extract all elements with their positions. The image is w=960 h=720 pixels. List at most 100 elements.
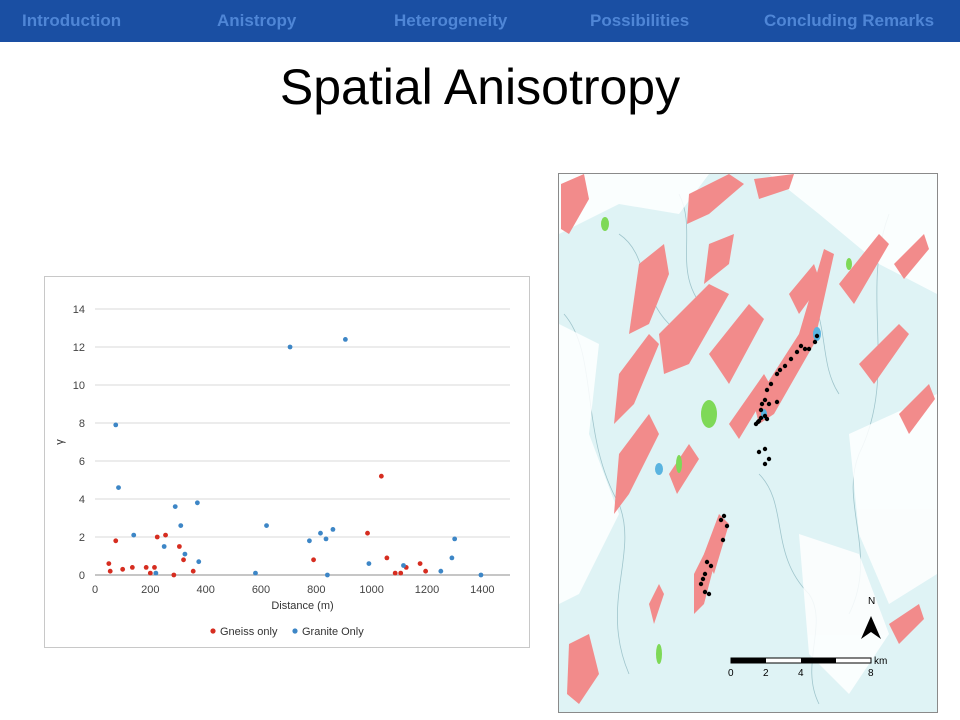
nav-item-introduction[interactable]: Introduction bbox=[22, 0, 121, 42]
gneiss-point bbox=[417, 561, 423, 566]
map-sample-dot bbox=[774, 371, 780, 377]
variogram-chart-svg: 0 2 4 6 8 10 12 14 0 200 400 600 800 1000 1200 1400 Dist… bbox=[54, 304, 510, 638]
map-sample-dot bbox=[759, 401, 765, 407]
legend-gneiss-marker bbox=[210, 628, 216, 634]
map-sample-dot bbox=[777, 367, 783, 373]
map-sample-dot bbox=[814, 333, 820, 339]
granite-point bbox=[113, 422, 119, 428]
granite-point bbox=[116, 485, 121, 490]
map-sample-dot bbox=[762, 446, 768, 452]
granite-point bbox=[449, 555, 455, 561]
gneiss-point bbox=[147, 570, 153, 576]
legend-granite-label: Granite Only bbox=[302, 626, 364, 638]
map-sample-dot bbox=[766, 456, 772, 462]
gneiss-point bbox=[171, 572, 177, 578]
gneiss-point bbox=[311, 557, 316, 563]
map-sample-dot bbox=[788, 356, 794, 362]
legend-granite-marker bbox=[292, 628, 298, 634]
gneiss-point bbox=[181, 557, 186, 563]
map-sample-dot bbox=[702, 589, 708, 595]
scale-bar bbox=[730, 657, 872, 664]
x-tick-label: 600 bbox=[252, 584, 270, 596]
nav-item-heterogeneity[interactable]: Heterogeneity bbox=[394, 0, 507, 42]
map-sample-dot bbox=[756, 418, 762, 424]
gneiss-point bbox=[120, 566, 126, 572]
map-sample-dot bbox=[768, 381, 774, 387]
map-sample-dot bbox=[764, 416, 770, 422]
map-sample-dot bbox=[718, 517, 724, 523]
granite-point bbox=[325, 572, 330, 578]
gneiss-point bbox=[113, 538, 119, 544]
granite-point bbox=[342, 337, 348, 342]
granite-point bbox=[401, 563, 406, 568]
x-tick-label: 800 bbox=[307, 584, 325, 596]
y-axis-title: γ bbox=[54, 439, 66, 445]
granite-point bbox=[153, 570, 159, 576]
granite-point bbox=[182, 551, 188, 557]
legend-gneiss-label: Gneiss only bbox=[220, 626, 278, 638]
gneiss-point bbox=[163, 532, 168, 538]
granite-point bbox=[323, 536, 329, 542]
slide-title: Spatial Anisotropy bbox=[279, 59, 681, 115]
scale-label-4: 4 bbox=[798, 668, 804, 679]
gneiss-point bbox=[384, 555, 390, 561]
geology-map-svg: N km 0 2 4 8 bbox=[559, 174, 937, 705]
granite-point bbox=[253, 570, 258, 576]
nav-item-possibilities[interactable]: Possibilities bbox=[590, 0, 689, 42]
map-sample-dot bbox=[758, 407, 764, 413]
x-axis-title: Distance (m) bbox=[271, 600, 333, 612]
map-sample-dot bbox=[798, 343, 804, 349]
map-sample-dot bbox=[698, 581, 704, 587]
gneiss-point bbox=[378, 473, 384, 479]
granite-point bbox=[318, 530, 323, 536]
y-tick-label: 8 bbox=[79, 418, 85, 430]
gneiss-point bbox=[107, 568, 113, 574]
x-tick-label: 0 bbox=[92, 584, 98, 596]
variogram-chart: 0 2 4 6 8 10 12 14 0 200 400 600 800 1000 1200 1400 Dist… bbox=[44, 276, 530, 648]
gneiss-point bbox=[154, 534, 160, 540]
map-sample-dot bbox=[766, 401, 772, 407]
granite-point bbox=[196, 559, 202, 565]
y-tick-label: 6 bbox=[79, 456, 85, 468]
gneiss-point bbox=[365, 530, 370, 536]
map-sample-dot bbox=[756, 449, 762, 455]
map-sample-dot bbox=[721, 513, 727, 519]
map-sample-dot bbox=[724, 523, 730, 529]
y-tick-label: 10 bbox=[73, 380, 85, 392]
y-tick-label: 4 bbox=[79, 494, 85, 506]
gneiss-point bbox=[392, 570, 398, 576]
granite-point bbox=[307, 538, 312, 544]
gneiss-point bbox=[190, 568, 196, 574]
nav-item-anistropy[interactable]: Anistropy bbox=[217, 0, 296, 42]
gneiss-point bbox=[106, 561, 112, 566]
granite-point bbox=[478, 572, 484, 578]
gneiss-point bbox=[176, 544, 182, 549]
x-tick-label: 1400 bbox=[470, 584, 494, 596]
map-sample-dot bbox=[764, 387, 770, 393]
map-sample-dot bbox=[794, 349, 800, 355]
map-sample-dot bbox=[702, 571, 708, 577]
scale-label-0: 0 bbox=[728, 668, 734, 679]
granite-point bbox=[178, 523, 184, 528]
y-tick-label: 12 bbox=[73, 342, 85, 354]
map-sample-dot bbox=[720, 537, 726, 543]
map-sample-dot bbox=[708, 563, 714, 569]
y-tick-label: 0 bbox=[79, 570, 85, 582]
granite-point bbox=[172, 504, 178, 509]
x-tick-label: 400 bbox=[196, 584, 214, 596]
nav-item-concluding-remarks[interactable]: Concluding Remarks bbox=[764, 0, 934, 42]
north-label: N bbox=[868, 596, 875, 607]
scale-label-8: 8 bbox=[868, 668, 874, 679]
map-sample-dot bbox=[806, 346, 812, 352]
x-tick-label: 1000 bbox=[359, 584, 383, 596]
map-sample-dot bbox=[762, 397, 768, 403]
map-sample-dot bbox=[774, 399, 780, 405]
granite-point bbox=[330, 527, 336, 532]
section-nav-bar: Introduction Anistropy Heterogeneity Pos… bbox=[0, 0, 960, 42]
scale-unit-label: km bbox=[874, 656, 887, 667]
scale-label-2: 2 bbox=[763, 668, 769, 679]
map-sample-dot bbox=[704, 559, 710, 565]
granite-point bbox=[194, 500, 200, 506]
gneiss-point bbox=[143, 565, 149, 570]
map-sample-dot bbox=[700, 576, 706, 582]
